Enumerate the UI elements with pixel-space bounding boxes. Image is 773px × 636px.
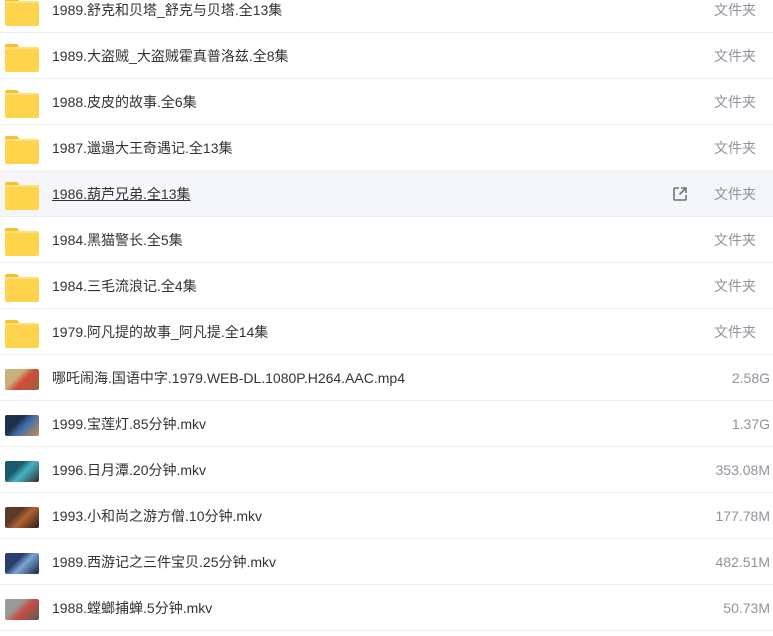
file-name[interactable]: 1987.邋遢大王奇遇记.全13集	[52, 140, 233, 156]
folder-row[interactable]: 1979.阿凡提的故事_阿凡提.全14集 文件夹	[0, 309, 773, 355]
file-name[interactable]: 1989.舒克和贝塔_舒克与贝塔.全13集	[52, 2, 282, 18]
file-type: 文件夹	[714, 324, 756, 340]
video-thumbnail	[5, 369, 39, 390]
file-size: 50.73M	[723, 600, 770, 616]
file-name[interactable]: 1989.西游记之三件宝贝.25分钟.mkv	[52, 554, 276, 570]
folder-icon	[5, 90, 39, 118]
folder-icon	[5, 44, 39, 72]
video-thumbnail	[5, 415, 39, 436]
file-list: 1989.舒克和贝塔_舒克与贝塔.全13集 文件夹 1989.大盗贼_大盗贼霍真普洛…	[0, 0, 773, 631]
video-thumbnail	[5, 507, 39, 528]
file-row[interactable]: 1993.小和尚之游方僧.10分钟.mkv 177.78M	[0, 493, 773, 539]
folder-row[interactable]: 1989.大盗贼_大盗贼霍真普洛兹.全8集 文件夹	[0, 33, 773, 79]
file-size: 2.58G	[731, 370, 770, 386]
file-row[interactable]: 1999.宝莲灯.85分钟.mkv 1.37G	[0, 401, 773, 447]
folder-icon	[5, 0, 39, 26]
file-size: 353.08M	[715, 462, 770, 478]
folder-row[interactable]: 1986.葫芦兄弟.全13集 文件夹	[0, 171, 773, 217]
file-size: 482.51M	[715, 554, 770, 570]
file-name[interactable]: 哪吒闹海.国语中字.1979.WEB-DL.1080P.H264.AAC.mp4	[52, 370, 405, 386]
video-thumbnail	[5, 553, 39, 574]
folder-icon	[5, 274, 39, 302]
file-row[interactable]: 1989.西游记之三件宝贝.25分钟.mkv 482.51M	[0, 539, 773, 585]
folder-row[interactable]: 1989.舒克和贝塔_舒克与贝塔.全13集 文件夹	[0, 0, 773, 33]
video-thumbnail	[5, 599, 39, 620]
file-name[interactable]: 1989.大盗贼_大盗贼霍真普洛兹.全8集	[52, 48, 289, 64]
file-name[interactable]: 1979.阿凡提的故事_阿凡提.全14集	[52, 324, 268, 340]
folder-row[interactable]: 1988.皮皮的故事.全6集 文件夹	[0, 79, 773, 125]
file-type: 文件夹	[714, 278, 756, 294]
video-thumbnail	[5, 461, 39, 482]
folder-row[interactable]: 1984.黑猫警长.全5集 文件夹	[0, 217, 773, 263]
share-icon[interactable]	[672, 186, 688, 202]
file-type: 文件夹	[714, 48, 756, 64]
file-type: 文件夹	[714, 94, 756, 110]
file-name[interactable]: 1986.葫芦兄弟.全13集	[52, 186, 191, 202]
folder-row[interactable]: 1987.邋遢大王奇遇记.全13集 文件夹	[0, 125, 773, 171]
file-name[interactable]: 1993.小和尚之游方僧.10分钟.mkv	[52, 508, 262, 524]
file-name[interactable]: 1988.螳螂捕蝉.5分钟.mkv	[52, 600, 212, 616]
folder-row[interactable]: 1984.三毛流浪记.全4集 文件夹	[0, 263, 773, 309]
file-row[interactable]: 哪吒闹海.国语中字.1979.WEB-DL.1080P.H264.AAC.mp4…	[0, 355, 773, 401]
file-row[interactable]: 1988.螳螂捕蝉.5分钟.mkv 50.73M	[0, 585, 773, 631]
file-name[interactable]: 1988.皮皮的故事.全6集	[52, 94, 197, 110]
folder-icon	[5, 228, 39, 256]
file-size: 1.37G	[731, 416, 770, 432]
file-name[interactable]: 1996.日月潭.20分钟.mkv	[52, 462, 206, 478]
file-type: 文件夹	[714, 186, 756, 202]
file-name[interactable]: 1984.三毛流浪记.全4集	[52, 278, 197, 294]
file-name[interactable]: 1984.黑猫警长.全5集	[52, 232, 183, 248]
folder-icon	[5, 320, 39, 348]
file-type: 文件夹	[714, 232, 756, 248]
folder-icon	[5, 136, 39, 164]
file-type: 文件夹	[714, 140, 756, 156]
folder-icon	[5, 182, 39, 210]
file-type: 文件夹	[714, 2, 756, 18]
file-row[interactable]: 1996.日月潭.20分钟.mkv 353.08M	[0, 447, 773, 493]
file-name[interactable]: 1999.宝莲灯.85分钟.mkv	[52, 416, 206, 432]
file-size: 177.78M	[715, 508, 770, 524]
